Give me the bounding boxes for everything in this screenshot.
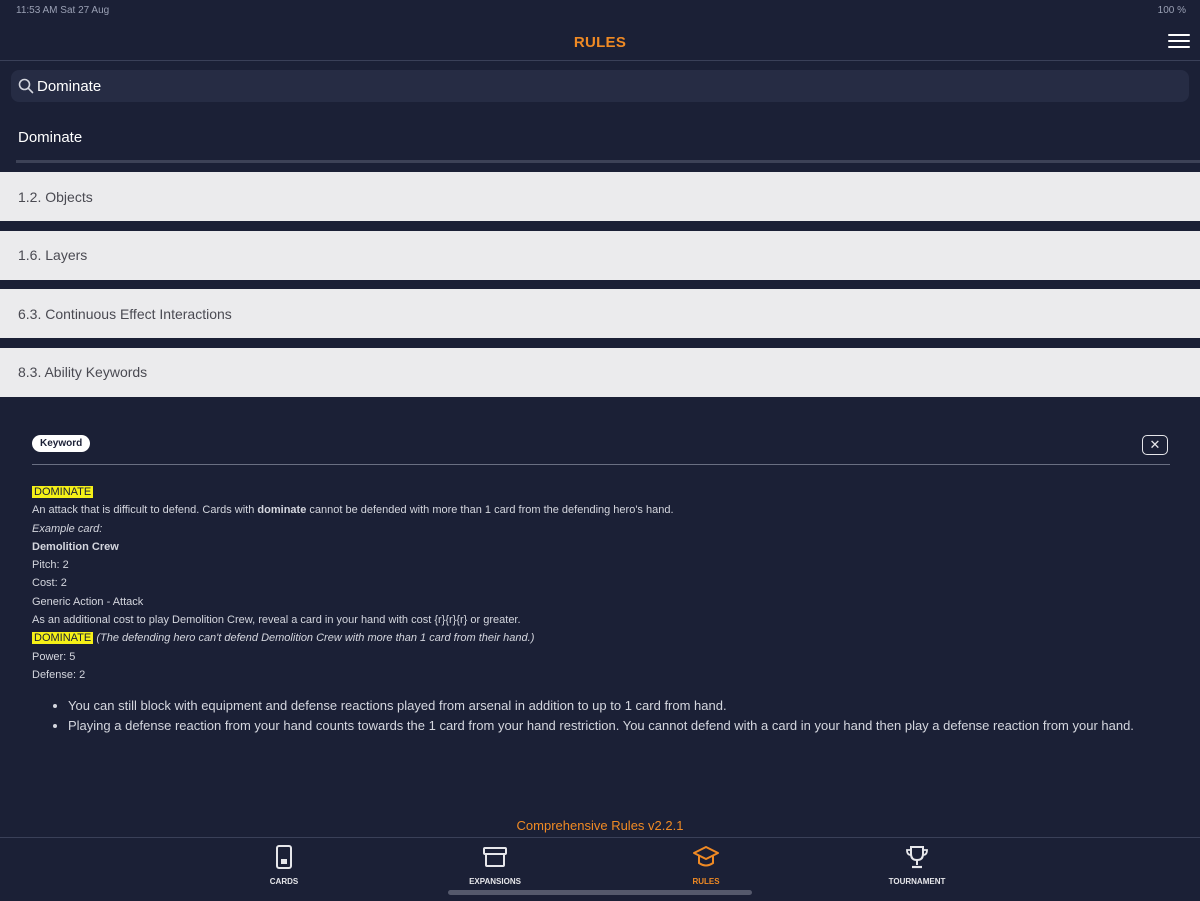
- search-icon: [18, 78, 34, 94]
- card-defense: Defense: 2: [32, 668, 86, 681]
- tab-rules[interactable]: RULES: [656, 844, 756, 886]
- list-item: Playing a defense reaction from your han…: [68, 716, 1170, 736]
- divider: [32, 464, 1170, 465]
- rulings-list: You can still block with equipment and d…: [32, 696, 1170, 736]
- search-input[interactable]: [37, 70, 1177, 102]
- graduation-cap-icon: [693, 846, 719, 867]
- keyword-highlight: DOMINATE: [32, 632, 94, 645]
- page-title: RULES: [573, 34, 627, 51]
- search-term-heading: Dominate: [18, 129, 83, 146]
- rule-section-item[interactable]: 1.2. Objects: [0, 172, 1200, 221]
- card-type: Generic Action - Attack: [32, 595, 144, 608]
- card-cost: Cost: 2: [32, 577, 67, 590]
- tab-tournament[interactable]: TOURNAMENT: [867, 844, 967, 886]
- hamburger-menu-icon[interactable]: [1168, 34, 1190, 50]
- box-icon: [483, 847, 507, 867]
- tab-cards[interactable]: CARDS: [234, 844, 334, 886]
- tab-expansions[interactable]: EXPANSIONS: [445, 844, 545, 886]
- rule-section-item[interactable]: 6.3. Continuous Effect Interactions: [0, 289, 1200, 338]
- reminder-text: (The defending hero can't defend Demolit…: [96, 632, 535, 645]
- status-bar: 11:53 AM Sat 27 Aug 100 %: [0, 0, 1200, 22]
- keyword-definition: DOMINATE An attack that is difficult to …: [32, 483, 1170, 736]
- search-bar: [11, 70, 1189, 102]
- close-button[interactable]: ✕: [1142, 435, 1168, 455]
- rule-section-item[interactable]: 1.6. Layers: [0, 230, 1200, 280]
- list-item: You can still block with equipment and d…: [68, 696, 1170, 716]
- divider: [16, 160, 1200, 163]
- close-icon: ✕: [1149, 437, 1161, 452]
- rule-section-item[interactable]: 8.3. Ability Keywords: [0, 347, 1200, 397]
- card-text: As an additional cost to play Demolition…: [32, 614, 521, 627]
- battery-indicator: 100 %: [1157, 5, 1186, 16]
- card-pitch: Pitch: 2: [32, 559, 69, 572]
- keyword-description: An attack that is difficult to defend. C…: [32, 504, 674, 517]
- home-indicator: [448, 890, 752, 895]
- card-name: Demolition Crew: [32, 540, 119, 553]
- trophy-icon: [906, 846, 928, 869]
- rules-version: Comprehensive Rules v2.2.1: [516, 818, 684, 833]
- rule-section-list: 1.2. Objects 1.6. Layers 6.3. Continuous…: [0, 172, 1200, 406]
- status-time: 11:53 AM Sat 27 Aug: [16, 5, 110, 16]
- keyword-badge: Keyword: [32, 435, 91, 452]
- example-label: Example card:: [32, 522, 103, 535]
- card-icon: [276, 845, 292, 869]
- header: RULES: [0, 22, 1200, 61]
- tab-bar: CARDS EXPANSIONS RULES TOURNAMENT: [0, 837, 1200, 901]
- keyword-highlight: DOMINATE: [32, 486, 94, 498]
- card-power: Power: 5: [32, 650, 76, 663]
